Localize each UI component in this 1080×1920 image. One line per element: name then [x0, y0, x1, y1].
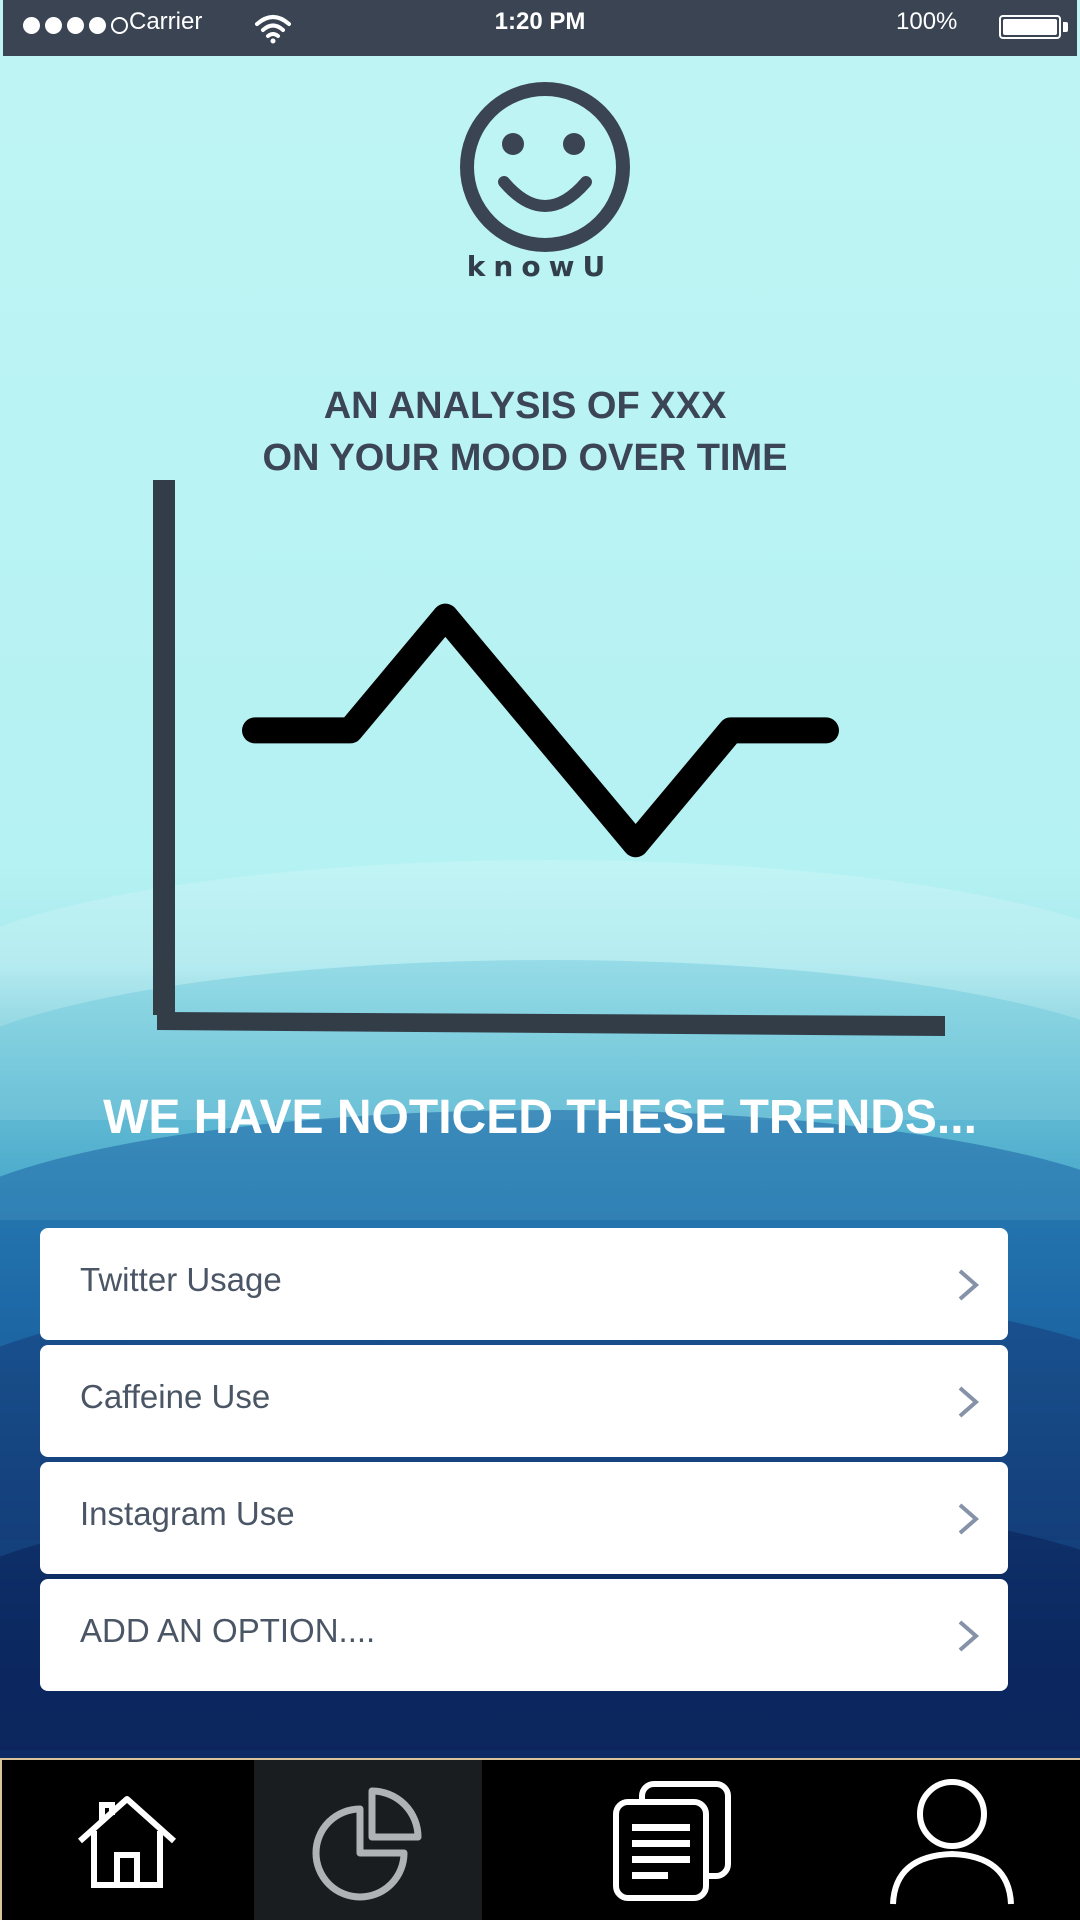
- tab-bar: [0, 1758, 1080, 1920]
- tab-journal[interactable]: [542, 1760, 802, 1920]
- list-item-label: ADD AN OPTION....: [80, 1612, 376, 1649]
- y-axis: [153, 480, 175, 1015]
- trends-heading: WE HAVE NOTICED THESE TRENDS...: [103, 1091, 977, 1144]
- mood-line-chart: [153, 480, 945, 1036]
- pie-chart-icon: [312, 1787, 422, 1901]
- tab-analysis[interactable]: [254, 1760, 482, 1920]
- x-axis: [157, 1012, 945, 1036]
- mood-data-point: [634, 843, 637, 846]
- tab-home[interactable]: [2, 1760, 252, 1920]
- mood-data-point: [349, 729, 352, 732]
- chevron-right-icon: [958, 1503, 980, 1535]
- mood-data-point: [825, 729, 827, 732]
- user-profile-icon: [890, 1779, 1014, 1905]
- trend-item-twitter-usage[interactable]: Twitter Usage: [40, 1228, 1008, 1340]
- documents-icon: [613, 1781, 731, 1901]
- trend-item-instagram-use[interactable]: Instagram Use: [40, 1462, 1008, 1574]
- mood-data-point: [729, 729, 732, 732]
- chevron-right-icon: [958, 1386, 980, 1418]
- chevron-right-icon: [958, 1620, 980, 1652]
- home-icon: [78, 1796, 176, 1888]
- tab-profile[interactable]: [822, 1760, 1080, 1920]
- mood-data-point: [444, 615, 447, 618]
- list-item-label: Twitter Usage: [80, 1261, 282, 1298]
- trends-list: Twitter Usage Caffeine Use Instagram Use…: [40, 1228, 1008, 1696]
- add-option-item[interactable]: ADD AN OPTION....: [40, 1579, 1008, 1691]
- mood-data-point: [254, 729, 256, 732]
- list-item-label: Instagram Use: [80, 1495, 295, 1532]
- list-item-label: Caffeine Use: [80, 1378, 271, 1415]
- mood-analysis-screen: Carrier 1:20 PM 100% knowU AN ANALYSIS O…: [0, 0, 1080, 1920]
- mood-data-point: [539, 729, 542, 732]
- chevron-right-icon: [958, 1269, 980, 1301]
- trend-item-caffeine-use[interactable]: Caffeine Use: [40, 1345, 1008, 1457]
